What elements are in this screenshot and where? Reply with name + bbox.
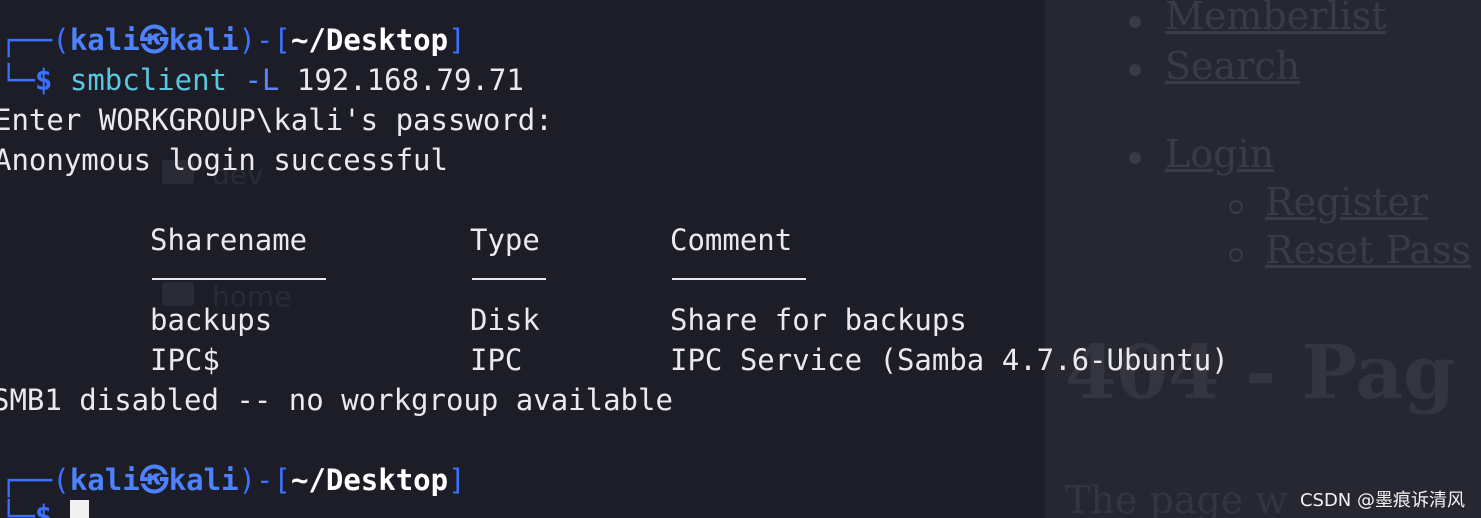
prompt-frame: ┌──( <box>0 463 70 497</box>
header-underline <box>672 278 806 280</box>
share-name: IPC$ <box>150 343 220 377</box>
prompt-host: kali <box>168 23 239 57</box>
prompt-frame: └─ <box>0 63 35 97</box>
prompt-user: kali <box>69 23 140 57</box>
bullet-icon <box>1129 16 1141 28</box>
login-link: Login <box>1165 132 1275 176</box>
memberlist-link: Memberlist <box>1165 0 1387 38</box>
prompt-path: ~/Desktop <box>290 463 449 497</box>
command-name: smbclient <box>69 63 227 97</box>
prompt-path: ~/Desktop <box>290 23 449 57</box>
header-comment: Comment <box>670 223 793 257</box>
register-link: Register <box>1265 180 1429 224</box>
prompt-line: ┌──(kali㉿kali)-[~/Desktop] <box>0 460 466 500</box>
command-argument: 192.168.79.71 <box>296 63 524 97</box>
share-comment: IPC Service (Samba 4.7.6-Ubuntu) <box>670 343 1229 377</box>
bullet-icon <box>1129 64 1141 76</box>
error-text: The page w <box>1065 478 1288 518</box>
input-line[interactable]: └─$ <box>0 496 52 518</box>
header-underline <box>152 278 326 280</box>
terminal-window[interactable]: Memberlist Search Login Register Reset P… <box>0 0 1481 518</box>
command-flag: -L <box>244 63 280 97</box>
circle-bullet-icon <box>1229 200 1243 214</box>
output-smb1-status: SMB1 disabled -- no workgroup available <box>0 383 673 417</box>
kali-skull-icon: ㉿ <box>139 23 169 57</box>
background-web-page: Memberlist Search Login Register Reset P… <box>1045 0 1481 518</box>
prompt-user: kali <box>69 463 140 497</box>
share-comment: Share for backups <box>670 303 967 337</box>
prompt-frame: └─ <box>0 499 35 518</box>
output-password-prompt: Enter WORKGROUP\kali's password: <box>0 103 553 137</box>
watermark: CSDN @墨痕诉清风 <box>1299 490 1465 511</box>
share-type: Disk <box>470 303 540 337</box>
share-name: backups <box>150 303 273 337</box>
prompt-separator: )-[ <box>238 463 291 497</box>
prompt-frame: ┌──( <box>0 23 70 57</box>
output-login-status: Anonymous login successful <box>0 143 448 177</box>
header-type: Type <box>470 223 540 257</box>
dollar-sign: $ <box>34 63 53 97</box>
prompt-separator: )-[ <box>238 23 291 57</box>
kali-skull-icon: ㉿ <box>139 463 169 497</box>
search-link: Search <box>1165 44 1301 88</box>
prompt-line: ┌──(kali㉿kali)-[~/Desktop] <box>0 20 466 60</box>
dollar-sign: $ <box>34 499 53 518</box>
prompt-host: kali <box>168 463 239 497</box>
command-line: └─$ smbclient -L 192.168.79.71 <box>0 60 524 100</box>
header-underline <box>472 278 546 280</box>
reset-password-link: Reset Pass <box>1265 228 1471 272</box>
prompt-bracket: ] <box>448 463 466 497</box>
bullet-icon <box>1129 152 1141 164</box>
circle-bullet-icon <box>1229 248 1243 262</box>
prompt-bracket: ] <box>448 23 466 57</box>
share-type: IPC <box>470 343 523 377</box>
text-cursor <box>70 500 89 518</box>
header-sharename: Sharename <box>150 223 308 257</box>
